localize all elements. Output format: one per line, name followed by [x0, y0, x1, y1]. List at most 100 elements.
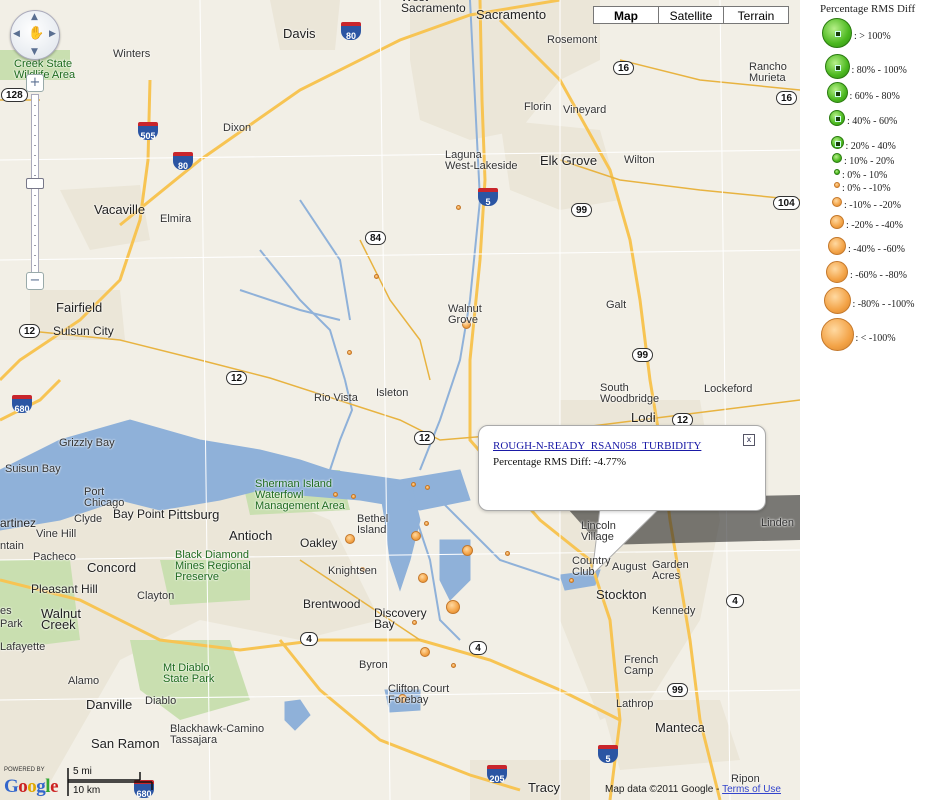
place-label-blackhawk: Blackhawk-Camino Tassajara	[170, 723, 265, 746]
scale-bar: 5 mi 10 km	[66, 766, 156, 798]
place-label-manteca: Manteca	[655, 720, 705, 735]
place-label-elk-grove: Elk Grove	[540, 153, 598, 168]
station-marker[interactable]	[374, 274, 379, 279]
legend-label: : > 100%	[854, 31, 891, 42]
place-label-es: es	[0, 605, 12, 617]
navigation-control: ▲ ◀ ▶ ▼ ✋ + −	[8, 8, 64, 298]
legend-label: : < -100%	[855, 332, 896, 344]
legend-marker-green	[832, 153, 842, 163]
state-route-shield-sr99-c: 99	[667, 683, 689, 697]
legend-label: : 80% - 100%	[851, 64, 907, 76]
place-label-linden: Linden	[761, 517, 795, 529]
map-type-terrain-button[interactable]: Terrain	[723, 6, 789, 24]
legend-label: : 40% - 60%	[847, 116, 898, 127]
station-marker[interactable]	[462, 545, 473, 556]
pan-left-icon[interactable]: ◀	[13, 29, 20, 39]
place-label-tracy: Tracy	[528, 780, 561, 795]
place-label-rancho-murieta: Rancho Murieta	[749, 61, 787, 84]
station-marker[interactable]	[451, 663, 456, 668]
station-link[interactable]: ROUGH-N-READY_RSAN058_TURBIDITY	[493, 440, 701, 452]
state-route-shield-sr104: 104	[773, 196, 800, 210]
pan-up-icon[interactable]: ▲	[31, 12, 38, 22]
interstate-shield-i80-b: 80	[173, 152, 193, 171]
place-label-clayton: Clayton	[137, 590, 175, 602]
station-marker[interactable]	[505, 551, 510, 556]
interstate-shield-i205: 205	[487, 765, 507, 784]
google-logo[interactable]: Google	[4, 776, 58, 798]
place-label-wilton: Wilton	[624, 154, 655, 166]
station-marker[interactable]	[351, 494, 356, 499]
pan-right-icon[interactable]: ▶	[49, 29, 56, 39]
legend-marker-green	[824, 54, 850, 79]
place-label-vine-hill: Vine Hill	[36, 528, 77, 540]
place-label-clyde: Clyde	[74, 513, 103, 525]
legend-label: : -10% - -20%	[844, 200, 901, 211]
place-label-galt: Galt	[606, 299, 627, 311]
station-marker[interactable]	[411, 531, 421, 541]
place-label-diablo: Diablo	[145, 695, 177, 707]
place-label-lincoln-village: Lincoln Village	[581, 520, 616, 543]
state-route-shield-sr99-a: 99	[571, 203, 593, 217]
place-label-clifton-court: Clifton Court Forebay	[388, 683, 450, 706]
place-label-martinez: artinez	[0, 516, 37, 530]
place-label-vineyard: Vineyard	[563, 104, 607, 116]
place-label-lathrop: Lathrop	[616, 698, 654, 710]
map-canvas[interactable]: West Sacramento Sacramento Davis Rosemont Wi…	[0, 0, 800, 800]
hand-icon: ✋	[28, 26, 45, 41]
place-label-rio-vista: Rio Vista	[314, 392, 358, 404]
state-route-shield-sr4-c: 4	[726, 594, 744, 608]
station-marker[interactable]	[418, 573, 428, 583]
place-label-fairfield: Fairfield	[56, 300, 103, 315]
state-route-shield-sr99-b: 99	[632, 348, 654, 362]
station-marker[interactable]	[569, 578, 574, 583]
legend-label: : 60% - 80%	[849, 90, 900, 102]
place-label-suisun-city: Suisun City	[53, 324, 114, 338]
place-label-lockeford: Lockeford	[704, 383, 753, 395]
place-label-winters: Winters	[113, 48, 151, 60]
station-marker[interactable]	[411, 482, 416, 487]
map-type-satellite-button[interactable]: Satellite	[658, 6, 724, 24]
station-marker[interactable]	[425, 485, 430, 490]
legend-marker-green	[829, 110, 845, 126]
pan-control[interactable]: ▲ ◀ ▶ ▼ ✋	[10, 10, 60, 60]
place-label-south-woodbridge: South Woodbridge	[600, 382, 660, 405]
legend-label: : -40% - -60%	[848, 244, 905, 255]
copyright-text: Map data ©2011 Google - Terms of Use	[605, 784, 781, 795]
close-icon[interactable]: x	[743, 434, 755, 446]
station-marker[interactable]	[420, 647, 430, 657]
place-label-country-club: Country Club	[572, 555, 611, 578]
station-marker[interactable]	[446, 600, 460, 614]
map-type-map-button[interactable]: Map	[593, 6, 659, 24]
place-label-knightsen: Knightsen	[328, 565, 377, 577]
station-marker[interactable]	[456, 205, 461, 210]
legend-label: : -60% - -80%	[850, 270, 907, 281]
state-route-shield-sr84: 84	[365, 231, 387, 245]
state-route-shield-sr4-b: 4	[469, 641, 487, 655]
place-label-suisun-bay: Suisun Bay	[5, 463, 61, 475]
zoom-slider-thumb[interactable]	[26, 178, 44, 189]
powered-by-label: POWERED BY	[4, 767, 45, 773]
legend-label: : 20% - 40%	[845, 140, 896, 152]
station-marker[interactable]	[345, 534, 355, 544]
place-label-san-ramon: San Ramon	[91, 736, 160, 751]
place-label-dixon: Dixon	[223, 122, 252, 134]
legend-marker-orange	[830, 215, 844, 229]
state-route-shield-sr4-a: 4	[300, 632, 318, 646]
station-value: Percentage RMS Diff: -4.77%	[493, 456, 626, 468]
place-label-isleton: Isleton	[376, 387, 409, 399]
station-marker[interactable]	[424, 521, 429, 526]
station-marker[interactable]	[347, 350, 352, 355]
pan-down-icon[interactable]: ▼	[31, 47, 38, 57]
place-label-french-camp: French Camp	[624, 654, 659, 677]
legend-title: Percentage RMS Diff	[820, 3, 916, 15]
zoom-out-button[interactable]: −	[26, 272, 44, 290]
place-label-discovery-bay: Discovery Bay	[374, 606, 427, 631]
legend-label: : 10% - 20%	[844, 156, 895, 167]
legend-marker-orange	[828, 237, 846, 255]
legend-panel: Percentage RMS Diff : > 100% : 80% - 100%…	[806, 0, 933, 800]
place-label-antioch: Antioch	[229, 528, 273, 543]
zoom-in-button[interactable]: +	[26, 74, 44, 92]
terms-link[interactable]: Terms of Use	[722, 784, 781, 795]
place-label-concord: Concord	[87, 560, 137, 575]
place-label-laguna: Laguna West-Lakeside	[445, 149, 518, 172]
